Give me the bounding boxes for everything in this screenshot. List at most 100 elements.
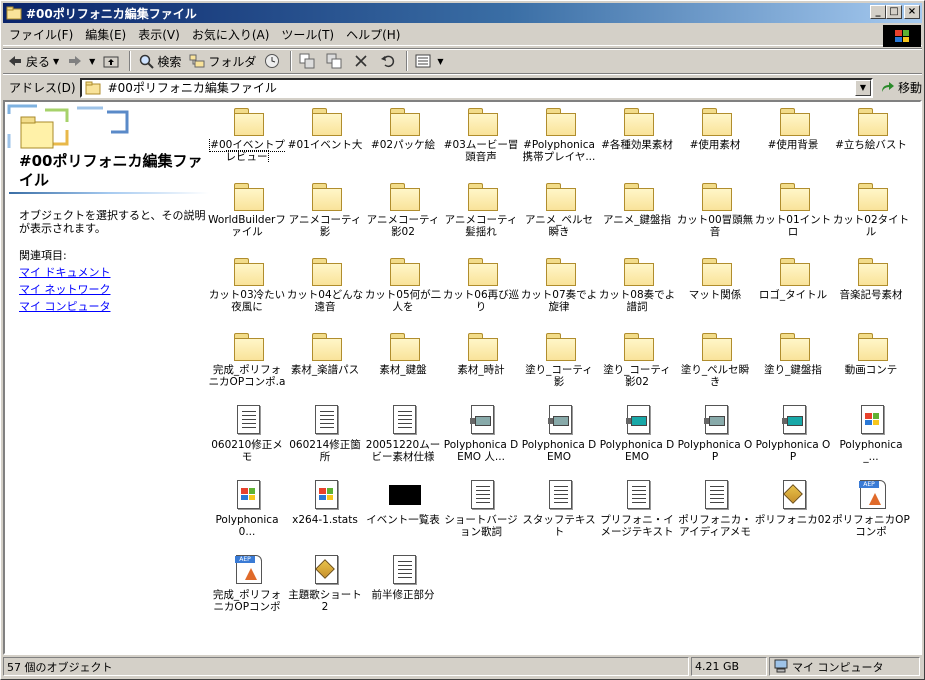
- menu-help[interactable]: ヘルプ(H): [340, 26, 406, 43]
- minimize-button[interactable]: _: [870, 5, 886, 19]
- file-item[interactable]: Polyphonica DEMO: [520, 404, 598, 476]
- folder-item[interactable]: カット06再び巡り: [442, 254, 520, 326]
- forward-button[interactable]: ▼: [63, 50, 99, 72]
- file-item[interactable]: イベント一覧表: [364, 479, 442, 551]
- folder-item[interactable]: 完成_ポリフォニカOPコンポ.ae...: [208, 329, 286, 401]
- item-label-box: Polyphonica OP: [676, 439, 754, 463]
- maximize-button[interactable]: □: [886, 5, 902, 19]
- item-label-box: アニメコーティ髪揺れ: [442, 214, 520, 238]
- folder-item[interactable]: カット05何が二人を: [364, 254, 442, 326]
- file-item[interactable]: Polyphonica_...: [832, 404, 910, 476]
- folder-item[interactable]: カット02タイトル: [832, 179, 910, 251]
- folder-item[interactable]: #立ち絵バスト: [832, 104, 910, 176]
- file-item[interactable]: プリフォニ・イメージテキスト: [598, 479, 676, 551]
- file-item[interactable]: x264-1.stats: [286, 479, 364, 551]
- folder-item[interactable]: アニメコーティ影: [286, 179, 364, 251]
- folders-button[interactable]: フォルダ: [185, 50, 260, 72]
- menu-view[interactable]: 表示(V): [132, 26, 186, 43]
- file-item[interactable]: Polyphonica0...: [208, 479, 286, 551]
- text-document-icon: [310, 404, 342, 436]
- folder-item[interactable]: アニメ_鍵盤指: [598, 179, 676, 251]
- menu-file[interactable]: ファイル(F): [3, 26, 79, 43]
- menu-edit[interactable]: 編集(E): [79, 26, 132, 43]
- folder-item[interactable]: 素材_時計: [442, 329, 520, 401]
- folder-item[interactable]: #03ムービー冒頭音声: [442, 104, 520, 176]
- folder-item[interactable]: ロゴ_タイトル: [754, 254, 832, 326]
- up-folder-icon: [103, 53, 119, 69]
- folder-item[interactable]: #各種効果素材: [598, 104, 676, 176]
- item-label-box: 主題歌ショート2: [286, 589, 364, 613]
- folder-icon: [778, 179, 810, 211]
- menu-tools[interactable]: ツール(T): [275, 26, 340, 43]
- item-label: x264-1.stats: [292, 514, 358, 526]
- forward-dropdown-icon[interactable]: ▼: [89, 57, 95, 66]
- file-item[interactable]: Polyphonica DEMO: [598, 404, 676, 476]
- folder-item[interactable]: 塗り_ペルセ瞬き: [676, 329, 754, 401]
- item-label: #使用素材: [689, 139, 741, 151]
- folder-item[interactable]: カット03冷たい夜風に: [208, 254, 286, 326]
- file-item[interactable]: 20051220ムービー素材仕様: [364, 404, 442, 476]
- file-item[interactable]: ショートバージョン歌詞: [442, 479, 520, 551]
- folder-item[interactable]: #使用背景: [754, 104, 832, 176]
- folder-item[interactable]: 音楽記号素材: [832, 254, 910, 326]
- folder-item[interactable]: 素材_楽譜パス: [286, 329, 364, 401]
- folder-icon: [622, 179, 654, 211]
- folder-item[interactable]: 塗り_コーティ影: [520, 329, 598, 401]
- undo-icon: [380, 53, 396, 69]
- folder-item[interactable]: 塗り_鍵盤指: [754, 329, 832, 401]
- link-my-documents[interactable]: マイ ドキュメント: [19, 264, 111, 281]
- history-button[interactable]: [260, 50, 287, 72]
- folder-item[interactable]: アニメコーティ影02: [364, 179, 442, 251]
- views-button[interactable]: ▼: [411, 50, 447, 72]
- folder-item[interactable]: #使用素材: [676, 104, 754, 176]
- move-to-button[interactable]: [295, 50, 322, 72]
- file-item[interactable]: 060210修正メモ: [208, 404, 286, 476]
- folder-item[interactable]: 動画コンテ: [832, 329, 910, 401]
- folder-item[interactable]: カット08奏でよ譜詞: [598, 254, 676, 326]
- copy-to-button[interactable]: [322, 50, 349, 72]
- back-dropdown-icon[interactable]: ▼: [53, 57, 59, 66]
- folder-item[interactable]: カット00冒頭無音: [676, 179, 754, 251]
- menu-favorites[interactable]: お気に入り(A): [186, 26, 276, 43]
- folder-item[interactable]: カット01イントロ: [754, 179, 832, 251]
- close-button[interactable]: ×: [904, 5, 920, 19]
- delete-button[interactable]: [349, 50, 376, 72]
- file-item[interactable]: Polyphonica DEMO 人...: [442, 404, 520, 476]
- folder-icon: [622, 329, 654, 361]
- address-dropdown-icon[interactable]: ▼: [854, 79, 871, 96]
- file-item[interactable]: Polyphonica OP: [754, 404, 832, 476]
- undo-button[interactable]: [376, 50, 403, 72]
- views-dropdown-icon[interactable]: ▼: [437, 57, 443, 66]
- file-item[interactable]: 主題歌ショート2: [286, 554, 364, 626]
- search-button[interactable]: 検索: [134, 50, 185, 72]
- file-item[interactable]: AEP ポリフォニカOPコンポ: [832, 479, 910, 551]
- folder-item[interactable]: WorldBuilderファイル: [208, 179, 286, 251]
- folder-item[interactable]: アニメ_ペルセ瞬き: [520, 179, 598, 251]
- file-item[interactable]: 前半修正部分: [364, 554, 442, 626]
- folder-item[interactable]: #02パッケ絵: [364, 104, 442, 176]
- address-value: #00ポリフォニカ編集ファイル: [107, 81, 277, 95]
- file-item[interactable]: 060214修正箇所: [286, 404, 364, 476]
- file-item[interactable]: ポリフォニカ・アイディアメモ: [676, 479, 754, 551]
- folder-item[interactable]: #Polyphonica携帯プレイヤ...: [520, 104, 598, 176]
- folder-item[interactable]: カット07奏でよ旋律: [520, 254, 598, 326]
- file-item[interactable]: ポリフォニカ02: [754, 479, 832, 551]
- back-button[interactable]: 戻る ▼: [3, 50, 63, 72]
- address-input[interactable]: #00ポリフォニカ編集ファイル ▼: [79, 77, 873, 98]
- folder-item[interactable]: 素材_鍵盤: [364, 329, 442, 401]
- folder-item[interactable]: カット04どんな遠音: [286, 254, 364, 326]
- folder-item[interactable]: マット関係: [676, 254, 754, 326]
- file-item[interactable]: スタッフテキスト: [520, 479, 598, 551]
- title-bar[interactable]: #00ポリフォニカ編集ファイル _ □ ×: [3, 3, 922, 23]
- folder-item[interactable]: 塗り_コーティ影02: [598, 329, 676, 401]
- link-my-computer[interactable]: マイ コンピュータ: [19, 298, 111, 315]
- item-label: 素材_時計: [457, 364, 505, 376]
- folder-item[interactable]: #00イベントプレビュー: [208, 104, 286, 176]
- go-button[interactable]: 移動: [879, 79, 922, 96]
- file-item[interactable]: Polyphonica OP: [676, 404, 754, 476]
- link-my-network[interactable]: マイ ネットワーク: [19, 281, 111, 298]
- file-item[interactable]: AEP 完成_ポリフォニカOPコンポ: [208, 554, 286, 626]
- folder-item[interactable]: アニメコーティ髪揺れ: [442, 179, 520, 251]
- folder-item[interactable]: #01イベント大: [286, 104, 364, 176]
- up-folder-button[interactable]: [99, 50, 126, 72]
